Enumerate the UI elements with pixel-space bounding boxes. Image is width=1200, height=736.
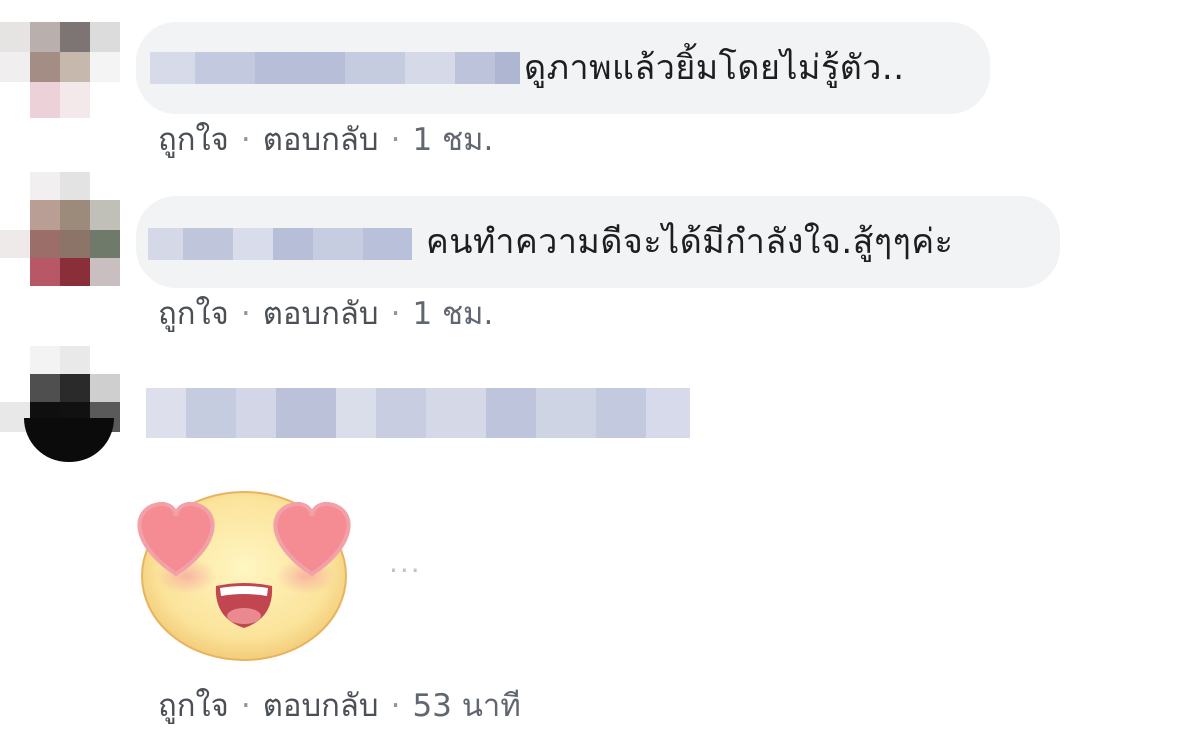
separator: · (390, 296, 401, 332)
heart-eyes-emoji-sticker[interactable] (128, 468, 360, 664)
commenter-name-blurred[interactable] (146, 388, 690, 438)
separator: · (240, 296, 251, 332)
comment-actions: ถูกใจ · ตอบกลับ · 1 ชม. (158, 120, 493, 160)
avatar[interactable] (0, 172, 120, 286)
separator: · (390, 122, 401, 158)
like-link[interactable]: ถูกใจ (158, 122, 229, 158)
separator: · (390, 688, 401, 724)
avatar[interactable] (0, 346, 120, 462)
commenter-name-blurred[interactable] (150, 52, 520, 84)
like-link[interactable]: ถูกใจ (158, 296, 229, 332)
timestamp[interactable]: 1 ชม. (412, 122, 493, 158)
commenter-name-blurred[interactable] (148, 228, 412, 260)
comment-text: คนทำความดีจะได้มีกำลังใจ.สู้ๆๆค่ะ (426, 222, 954, 262)
reply-link[interactable]: ตอบกลับ (263, 122, 379, 158)
comment-text: ดูภาพแล้วยิ้มโดยไม่รู้ตัว.. (524, 48, 905, 88)
separator: · (240, 122, 251, 158)
timestamp[interactable]: 53 นาที (412, 688, 520, 724)
reply-link[interactable]: ตอบกลับ (263, 296, 379, 332)
like-link[interactable]: ถูกใจ (158, 688, 229, 724)
comment-actions: ถูกใจ · ตอบกลับ · 53 นาที (158, 686, 521, 726)
avatar[interactable] (0, 22, 120, 118)
separator: · (240, 688, 251, 724)
reply-link[interactable]: ตอบกลับ (263, 688, 379, 724)
comment-actions: ถูกใจ · ตอบกลับ · 1 ชม. (158, 294, 493, 334)
timestamp[interactable]: 1 ชม. (412, 296, 493, 332)
more-options-icon[interactable]: ... (389, 548, 422, 578)
